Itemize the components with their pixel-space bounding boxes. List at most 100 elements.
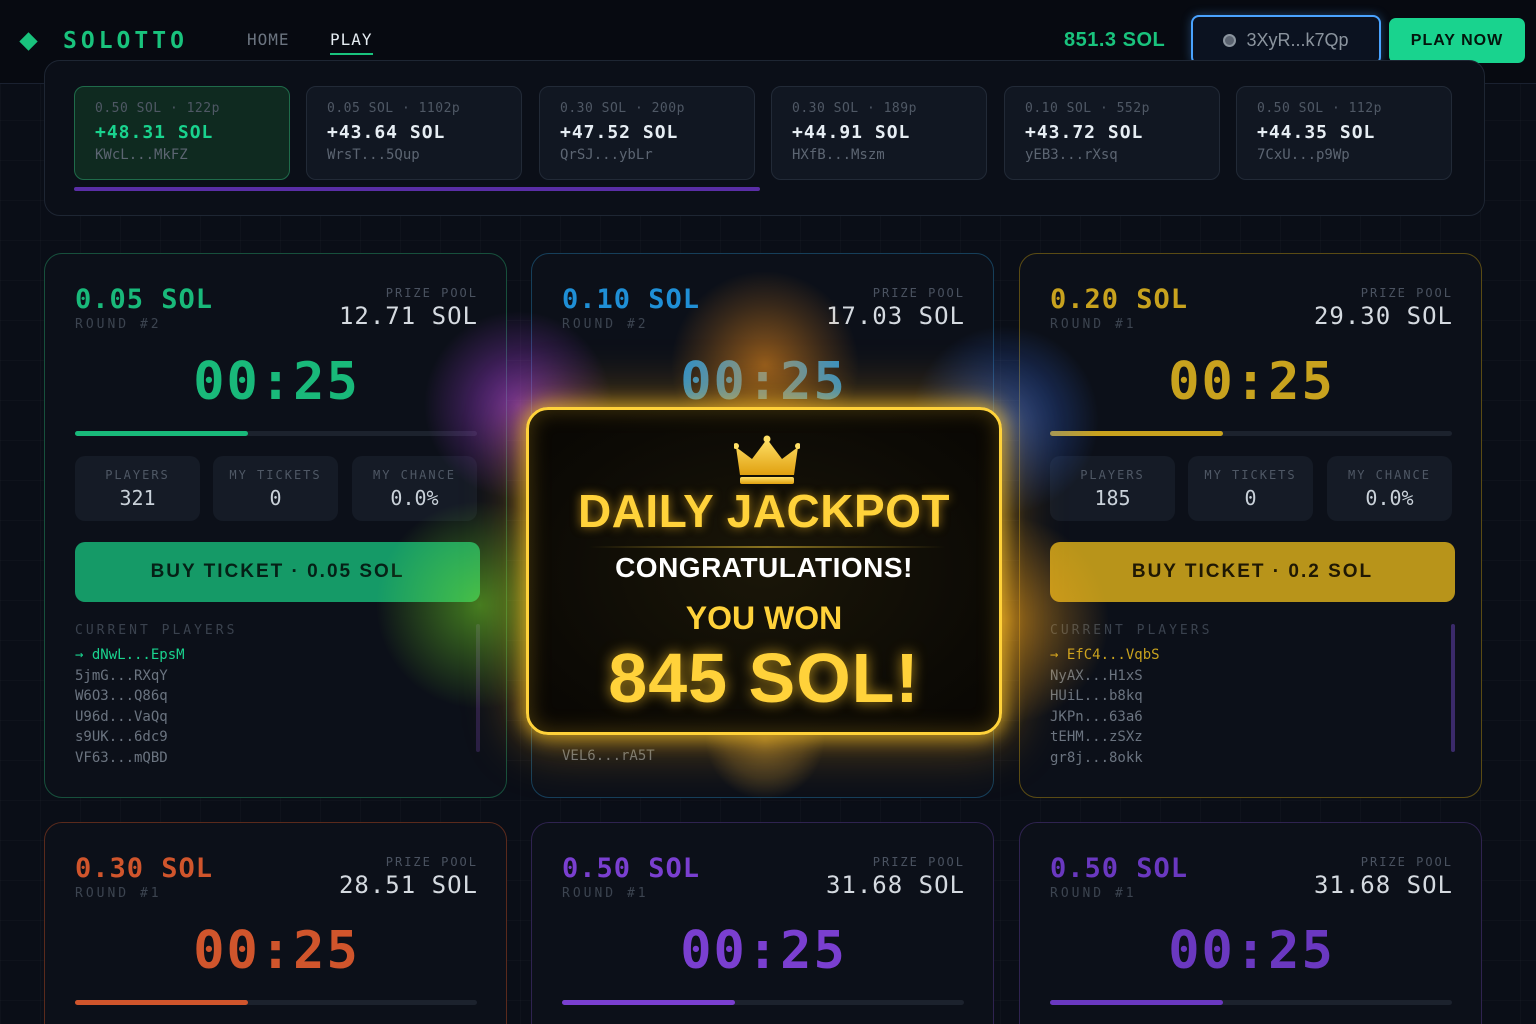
stat-label: MY CHANCE [1347,468,1432,482]
prize-pool-value: 31.68 SOL [1313,871,1453,899]
logo[interactable]: SOLOTTO [19,28,188,54]
round-timer: 00:25 [193,352,360,412]
nav-home-link[interactable]: HOME [247,30,290,49]
players-scrollbar[interactable] [476,624,480,752]
stat-value: 185 [1094,486,1131,510]
sol-balance: 851.3 SOL [1064,29,1166,51]
winner-card[interactable]: 0.10 SOL · 552p +43.72 SOL yEB3...rXsq [1004,86,1220,180]
stat-label: PLAYERS [105,468,170,482]
round-number: ROUND #1 [1050,886,1137,901]
winner-meta: 0.50 SOL · 122p [95,101,220,116]
round-progress-fill [562,1000,735,1005]
players-stat: PLAYERS 185 [1050,456,1175,521]
round-number: ROUND #1 [1050,317,1137,332]
round-number: ROUND #1 [562,886,649,901]
prize-pool-label: PRIZE POOL [872,855,965,869]
stat-label: MY CHANCE [372,468,457,482]
buy-ticket-button[interactable]: BUY TICKET · 0.2 SOL [1050,542,1455,602]
winner-meta: 0.30 SOL · 189p [792,101,917,116]
round-card: 0.30 SOL ROUND #1 PRIZE POOL 28.51 SOL 00:25 [44,822,507,1024]
crown-icon [734,435,800,484]
stat-label: MY TICKETS [229,468,322,482]
current-players-list: VEL6...rA5T [562,746,655,767]
round-card: 0.50 SOL ROUND #1 PRIZE POOL 31.68 SOL 00:25 [1019,822,1482,1024]
round-progress-track [1050,1000,1452,1005]
winner-address: HXfB...Mszm [792,147,885,163]
player-entry: → EfC4...VqbS [1050,647,1160,663]
winners-scroll-indicator[interactable] [74,187,760,191]
stat-value: 0 [1244,486,1257,510]
prize-pool-label: PRIZE POOL [872,286,965,300]
wallet-button[interactable]: 3XyR...k7Qp [1191,15,1381,65]
player-entry: JKPn...63a6 [1050,708,1143,725]
winner-card[interactable]: 0.50 SOL · 112p +44.35 SOL 7CxU...p9Wp [1236,86,1452,180]
stat-value: 321 [119,486,156,510]
prize-pool-value: 28.51 SOL [338,871,478,899]
round-card: 0.50 SOL ROUND #1 PRIZE POOL 31.68 SOL 00:25 [531,822,994,1024]
round-progress-fill [1050,431,1223,436]
jackpot-amount: 845 SOL! [608,639,920,717]
winner-address: WrsT...5Qup [327,147,420,163]
stat-label: MY TICKETS [1204,468,1297,482]
winner-card[interactable]: 0.30 SOL · 189p +44.91 SOL HXfB...Mszm [771,86,987,180]
winner-address: KWcL...MkFZ [95,147,188,163]
jackpot-congrats: CONGRATULATIONS! [615,552,913,583]
stat-value: 0.0% [390,486,439,510]
wallet-status-icon [1223,33,1237,47]
jackpot-title: DAILY JACKPOT [577,485,951,537]
round-progress-fill [75,431,248,436]
winner-amount: +48.31 SOL [95,122,214,143]
round-card: 0.20 SOL ROUND #1 PRIZE POOL 29.30 SOL 00:25… [1019,253,1482,798]
round-ticket-price: 0.30 SOL [75,853,214,884]
winner-amount: +44.35 SOL [1257,122,1376,143]
round-number: ROUND #2 [75,317,162,332]
round-timer: 00:25 [1168,921,1335,981]
round-progress-track [75,1000,477,1005]
winner-address: QrSJ...ybLr [560,147,653,163]
current-players-label: CURRENT PLAYERS [1050,623,1213,638]
round-ticket-price: 0.10 SOL [562,284,701,315]
jackpot-popup[interactable]: DAILY JACKPOT CONGRATULATIONS! YOU WON 8… [526,407,1002,735]
round-ticket-price: 0.05 SOL [75,284,214,315]
winner-meta: 0.30 SOL · 200p [560,101,685,116]
winner-meta: 0.10 SOL · 552p [1025,101,1150,116]
stat-value: 0.0% [1365,486,1414,510]
prize-pool-value: 31.68 SOL [825,871,965,899]
round-timer: 00:25 [193,921,360,981]
round-progress-track [562,1000,964,1005]
player-entry: s9UK...6dc9 [75,729,168,745]
prize-pool-label: PRIZE POOL [1360,855,1453,869]
winner-card[interactable]: 0.50 SOL · 122p +48.31 SOL KWcL...MkFZ [74,86,290,180]
round-timer: 00:25 [680,921,847,981]
round-progress-fill [1050,1000,1223,1005]
player-entry: 5jmG...RXqY [75,667,168,684]
prize-pool-value: 29.30 SOL [1313,302,1453,330]
stat-label: PLAYERS [1080,468,1145,482]
round-number: ROUND #2 [562,317,649,332]
winner-amount: +44.91 SOL [792,122,911,143]
players-scrollbar[interactable] [1451,624,1455,752]
play-now-button[interactable]: PLAY NOW [1389,18,1525,63]
player-entry: gr8j...8okk [1050,749,1143,766]
current-players-list: → EfC4...VqbS NyAX...H1xS HUiL...b8kq JKPn.… [1050,645,1160,768]
player-entry: VEL6...rA5T [562,748,655,764]
wallet-address: 3XyR...k7Qp [1246,29,1349,50]
winner-amount: +43.72 SOL [1025,122,1144,143]
round-ticket-price: 0.20 SOL [1050,284,1189,315]
round-progress-track [75,431,477,436]
buy-ticket-button[interactable]: BUY TICKET · 0.05 SOL [75,542,480,602]
stat-value: 0 [269,486,282,510]
player-entry: W6O3...Q86q [75,688,168,704]
players-stat: PLAYERS 321 [75,456,200,521]
round-progress-track [1050,431,1452,436]
round-timer: 00:25 [1168,352,1335,412]
jackpot-divider [589,546,945,548]
player-entry: → dNwL...EpsM [75,647,185,663]
nav-play-link[interactable]: PLAY [330,30,373,55]
winner-card[interactable]: 0.30 SOL · 200p +47.52 SOL QrSJ...ybLr [539,86,755,180]
winner-meta: 0.05 SOL · 1102p [327,101,461,116]
winner-card[interactable]: 0.05 SOL · 1102p +43.64 SOL WrsT...5Qup [306,86,522,180]
prize-pool-value: 17.03 SOL [825,302,965,330]
player-entry: HUiL...b8kq [1050,688,1143,704]
winner-address: yEB3...rXsq [1025,147,1118,163]
